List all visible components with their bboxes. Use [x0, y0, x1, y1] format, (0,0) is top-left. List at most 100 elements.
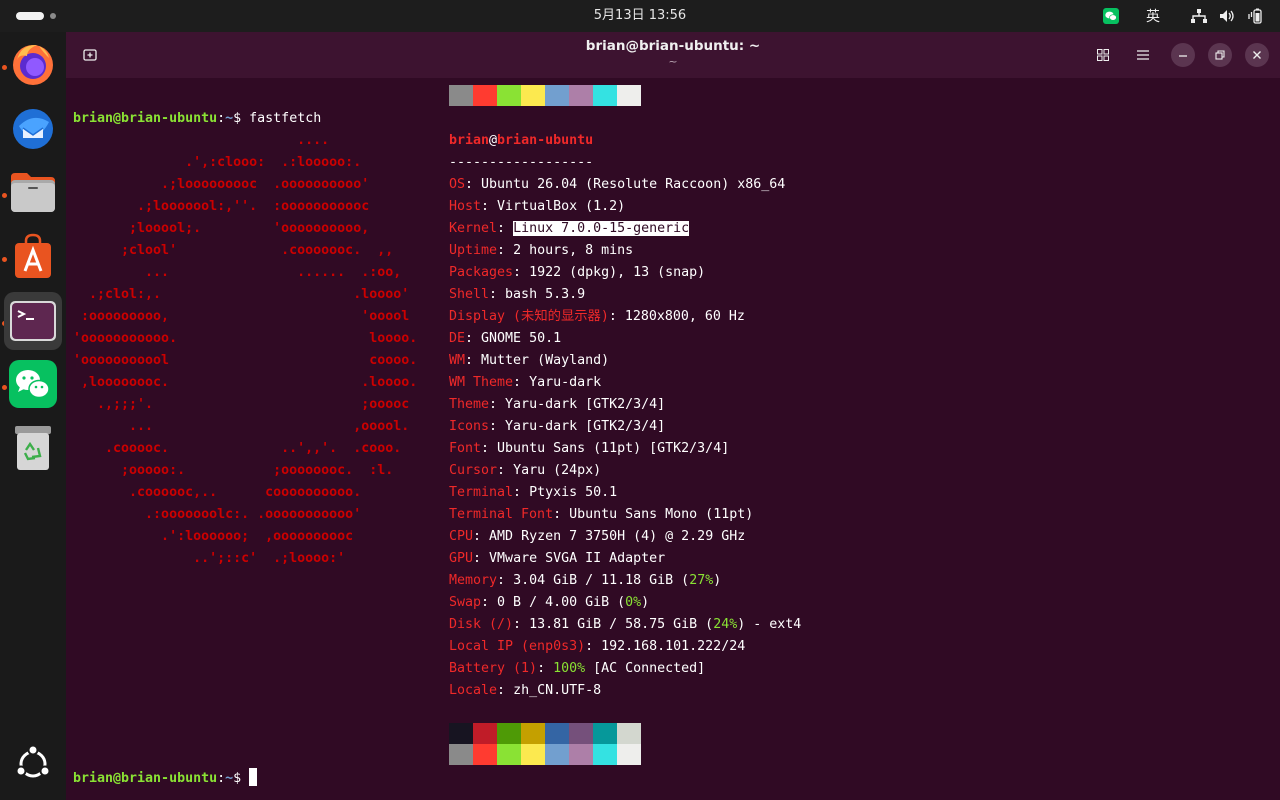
color-swatch [449, 723, 473, 744]
logo-line: .;looooool:,''. :ooooooooooc [73, 199, 370, 214]
input-method-indicator[interactable]: 英 [1140, 0, 1166, 32]
info-value: 1280x800, 60 Hz [624, 309, 745, 324]
dock-terminal[interactable] [4, 292, 62, 350]
prompt-path: ~ [225, 111, 234, 126]
color-swatch [521, 744, 545, 765]
header-bar[interactable]: brian@brian-ubuntu: ~ ~ [66, 32, 1280, 78]
info-value-tail: ) [641, 595, 650, 610]
info-row: Uptime: 2 hours, 8 mins [449, 243, 634, 258]
info-row: Display (未知的显示器): 1280x800, 60 Hz [449, 309, 745, 324]
command-text: fastfetch [241, 111, 322, 126]
info-row: Host: VirtualBox (1.2) [449, 199, 626, 214]
info-row: Font: Ubuntu Sans (11pt) [GTK2/3/4] [449, 441, 730, 456]
restore-button[interactable] [1208, 43, 1232, 67]
show-apps-button[interactable] [5, 736, 61, 792]
info-key: Cursor [449, 463, 498, 478]
color-swatch [449, 85, 473, 106]
info-row: Terminal: Ptyxis 50.1 [449, 485, 618, 500]
info-value: GNOME 50.1 [481, 331, 562, 346]
info-value: VirtualBox (1.2) [497, 199, 626, 214]
info-key: Display (未知的显示器) [449, 309, 609, 324]
color-palette-bright [449, 744, 641, 765]
info-value: 192.168.101.222/24 [601, 639, 746, 654]
info-key: Memory [449, 573, 498, 588]
close-button[interactable] [1245, 43, 1269, 67]
info-key: OS [449, 177, 466, 192]
info-key: Host [449, 199, 482, 214]
dock-thunderbird[interactable] [5, 100, 61, 156]
color-swatch [521, 85, 545, 106]
logo-line: .coooooc,.. coooooooooo. [73, 485, 362, 500]
logo-line: .;looooooooc .oooooooooo' [73, 177, 370, 192]
info-row: CPU: AMD Ryzen 7 3750H (4) @ 2.29 GHz [449, 529, 746, 544]
color-swatch [593, 85, 617, 106]
color-swatch [521, 723, 545, 744]
color-swatch [617, 723, 641, 744]
info-row: GPU: VMware SVGA II Adapter [449, 551, 666, 566]
info-key: GPU [449, 551, 474, 566]
color-palette-normal [449, 723, 641, 744]
tab-overview-button[interactable] [1091, 43, 1115, 67]
info-key: Uptime [449, 243, 498, 258]
logo-line: ..';::c' .;loooo:' [73, 551, 346, 566]
info-value: AMD Ryzen 7 3750H (4) @ 2.29 GHz [489, 529, 746, 544]
logo-line: 'ooooooooooo. loooo. [73, 331, 418, 346]
info-value: Yaru-dark [GTK2/3/4] [505, 397, 666, 412]
info-row: WM: Mutter (Wayland) [449, 353, 610, 368]
info-value: 0 B / 4.00 GiB ( [497, 595, 626, 610]
color-swatch [449, 744, 473, 765]
clock[interactable]: 5月13日 13:56 [594, 8, 686, 23]
info-key: Shell [449, 287, 490, 302]
info-key: WM Theme [449, 375, 514, 390]
color-swatch [473, 723, 497, 744]
power-menu-icon[interactable] [1244, 0, 1266, 32]
info-value-tail: [AC Connected] [585, 661, 706, 676]
info-row: Locale: zh_CN.UTF-8 [449, 683, 602, 698]
network-icon[interactable] [1188, 0, 1210, 32]
wechat-tray-icon[interactable] [1101, 0, 1121, 32]
info-value: Yaru-dark [529, 375, 602, 390]
volume-icon[interactable] [1216, 0, 1238, 32]
prompt-user: brian@brian-ubuntu [73, 111, 218, 126]
dock-firefox[interactable] [5, 36, 61, 92]
dock-wechat[interactable] [5, 356, 61, 412]
color-swatch [569, 744, 593, 765]
workspace-indicator-active [16, 12, 44, 20]
info-value: VMware SVGA II Adapter [489, 551, 666, 566]
logo-line: ... ,ooool. [73, 419, 410, 434]
info-value: 13.81 GiB / 58.75 GiB ( [529, 617, 714, 632]
info-key: Packages [449, 265, 514, 280]
info-row: Kernel: Linux 7.0.0-15-generic [449, 221, 690, 236]
dock-files[interactable] [5, 164, 61, 220]
color-swatch [545, 744, 569, 765]
logo-line: .... [73, 133, 330, 148]
terminal-content[interactable]: brian@brian-ubuntu:~$ fastfetch .... .',… [66, 78, 1280, 800]
info-key: Theme [449, 397, 490, 412]
info-value-tail: ) [713, 573, 722, 588]
dock-app-center[interactable] [5, 228, 61, 284]
main-menu-button[interactable] [1131, 43, 1155, 67]
dock-trash[interactable] [5, 420, 61, 476]
info-value: Ubuntu 26.04 (Resolute Raccoon) x86_64 [481, 177, 786, 192]
app-center-icon [15, 233, 51, 278]
info-row: Terminal Font: Ubuntu Sans Mono (11pt) [449, 507, 754, 522]
color-swatch [497, 85, 521, 106]
info-row: Local IP (enp0s3): 192.168.101.222/24 [449, 639, 746, 654]
info-value: 3.04 GiB / 11.18 GiB ( [513, 573, 690, 588]
info-row: DE: GNOME 50.1 [449, 331, 562, 346]
minimize-button[interactable] [1171, 43, 1195, 67]
info-row: Packages: 1922 (dpkg), 13 (snap) [449, 265, 706, 280]
logo-line: .,;;;'. ;ooooc [73, 397, 410, 412]
info-key: DE [449, 331, 466, 346]
info-percent: 100% [553, 661, 586, 676]
logo-line: 'ooooooooool coooo. [73, 353, 418, 368]
color-swatch [593, 744, 617, 765]
thunderbird-icon [13, 109, 53, 149]
info-percent: 27% [689, 573, 714, 588]
logo-line: .':loooooo; ,oooooooooc [73, 529, 354, 544]
info-percent: 0% [625, 595, 642, 610]
info-row: Swap: 0 B / 4.00 GiB (0%) [449, 595, 650, 610]
color-swatch [497, 744, 521, 765]
folder-icon [11, 173, 55, 212]
prompt-path: ~ [225, 771, 234, 786]
